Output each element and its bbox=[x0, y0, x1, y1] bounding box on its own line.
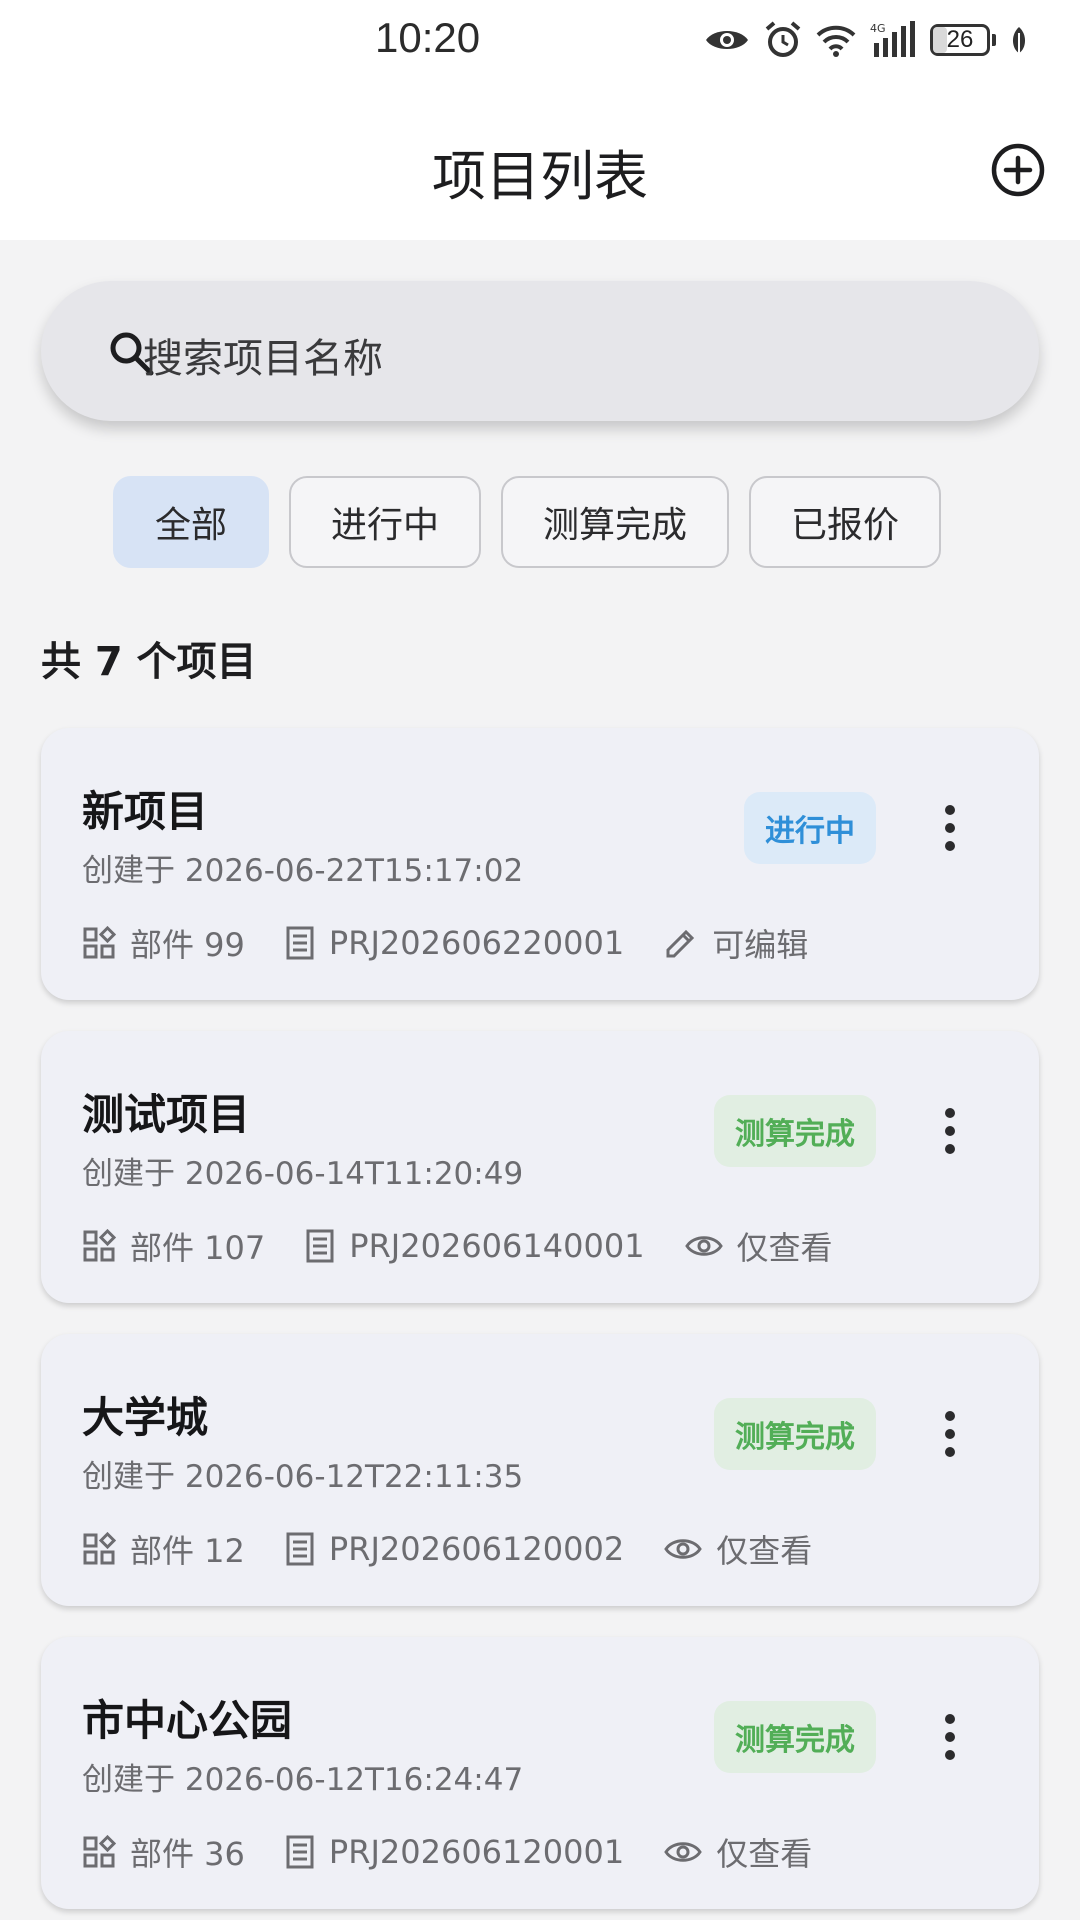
filter-chip-in-progress[interactable]: 进行中 bbox=[289, 476, 481, 568]
receipt-icon bbox=[286, 1532, 314, 1566]
project-meta: 部件 36 PRJ202606120001 仅查看 bbox=[82, 1829, 852, 1875]
parts-count: 部件 36 bbox=[130, 1835, 245, 1873]
project-card[interactable]: 大学城 创建于 2026-06-12T22:11:35 测算完成 部件 12 P… bbox=[41, 1334, 1039, 1606]
parts-info: 部件 12 bbox=[82, 1526, 245, 1572]
app-bar: 项目列表 bbox=[0, 84, 1080, 240]
project-meta: 部件 107 PRJ202606140001 仅查看 bbox=[82, 1223, 873, 1269]
eye-icon bbox=[684, 1236, 723, 1256]
filter-chips: 全部 进行中 测算完成 已报价 bbox=[113, 476, 941, 568]
parts-info: 部件 107 bbox=[82, 1223, 265, 1269]
project-code: PRJ202606120001 bbox=[328, 1833, 625, 1871]
page-title: 项目列表 bbox=[432, 145, 648, 208]
parts-count: 部件 99 bbox=[130, 926, 245, 964]
status-badge: 进行中 bbox=[744, 792, 876, 864]
more-vert-icon[interactable] bbox=[943, 1410, 957, 1458]
parts-info: 部件 36 bbox=[82, 1829, 245, 1875]
alarm-icon bbox=[765, 21, 801, 57]
search-placeholder: 搜索项目名称 bbox=[143, 336, 383, 382]
permission-label: 仅查看 bbox=[716, 1532, 813, 1570]
status-bar: 10:20 4G 26 bbox=[0, 0, 1080, 84]
permission-info: 仅查看 bbox=[664, 1526, 812, 1572]
battery-level: 26 bbox=[946, 26, 974, 53]
svg-text:4G: 4G bbox=[870, 22, 886, 35]
filter-chip-quoted[interactable]: 已报价 bbox=[749, 476, 941, 568]
filter-chip-all[interactable]: 全部 bbox=[113, 476, 269, 568]
project-count: 共 7 个项目 bbox=[41, 639, 257, 685]
permission-label: 仅查看 bbox=[736, 1229, 833, 1267]
permission-label: 仅查看 bbox=[716, 1835, 813, 1873]
receipt-icon bbox=[286, 926, 314, 960]
project-name: 大学城 bbox=[82, 1393, 209, 1442]
project-card[interactable]: 新项目 创建于 2026-06-22T15:17:02 进行中 部件 99 PR… bbox=[41, 728, 1039, 1000]
filter-chip-calculated[interactable]: 测算完成 bbox=[501, 476, 729, 568]
status-badge: 测算完成 bbox=[714, 1701, 876, 1773]
project-created: 创建于 2026-06-22T15:17:02 bbox=[82, 853, 524, 889]
battery-fill bbox=[933, 27, 948, 53]
permission-info: 可编辑 bbox=[664, 920, 808, 966]
project-meta: 部件 99 PRJ202606220001 可编辑 bbox=[82, 920, 848, 966]
widgets-icon bbox=[83, 1229, 116, 1262]
search-input[interactable]: 搜索项目名称 bbox=[41, 281, 1039, 421]
permission-info: 仅查看 bbox=[684, 1223, 833, 1269]
pencil-icon bbox=[666, 929, 695, 958]
battery-icon: 26 bbox=[930, 24, 996, 56]
parts-count: 部件 107 bbox=[130, 1229, 266, 1267]
project-code: PRJ202606120002 bbox=[328, 1530, 625, 1568]
parts-count: 部件 12 bbox=[130, 1532, 245, 1570]
widgets-icon bbox=[83, 1835, 116, 1868]
leaf-icon bbox=[1012, 27, 1026, 53]
project-name: 测试项目 bbox=[82, 1090, 251, 1139]
code-info: PRJ202606120001 bbox=[285, 1833, 624, 1871]
project-card[interactable]: 测试项目 创建于 2026-06-14T11:20:49 测算完成 部件 107… bbox=[41, 1031, 1039, 1303]
signal-4g-icon: 4G bbox=[870, 21, 915, 57]
widgets-icon bbox=[83, 1532, 116, 1565]
add-circle-icon[interactable] bbox=[990, 142, 1046, 198]
status-badge: 测算完成 bbox=[714, 1398, 876, 1470]
permission-info: 仅查看 bbox=[664, 1829, 812, 1875]
project-name: 市中心公园 bbox=[82, 1696, 293, 1745]
more-vert-icon[interactable] bbox=[943, 1107, 957, 1155]
permission-label: 可编辑 bbox=[712, 926, 809, 964]
widgets-icon bbox=[83, 926, 116, 959]
parts-info: 部件 99 bbox=[82, 920, 245, 966]
project-name: 新项目 bbox=[82, 787, 209, 836]
receipt-icon bbox=[306, 1229, 334, 1263]
battery-tip bbox=[992, 34, 996, 46]
code-info: PRJ202606220001 bbox=[285, 924, 624, 962]
code-info: PRJ202606140001 bbox=[305, 1227, 645, 1265]
more-vert-icon[interactable] bbox=[943, 804, 957, 852]
wifi-icon bbox=[816, 25, 856, 57]
project-created: 创建于 2026-06-14T11:20:49 bbox=[82, 1156, 524, 1192]
project-card[interactable]: 市中心公园 创建于 2026-06-12T16:24:47 测算完成 部件 36… bbox=[41, 1637, 1039, 1909]
project-created: 创建于 2026-06-12T16:24:47 bbox=[82, 1762, 524, 1798]
battery-indicator: 26 bbox=[930, 24, 990, 56]
status-badge: 测算完成 bbox=[714, 1095, 876, 1167]
status-time: 10:20 bbox=[375, 14, 481, 61]
eye-icon bbox=[706, 31, 748, 49]
project-created: 创建于 2026-06-12T22:11:35 bbox=[82, 1459, 524, 1495]
receipt-icon bbox=[286, 1835, 314, 1869]
project-meta: 部件 12 PRJ202606120002 仅查看 bbox=[82, 1526, 852, 1572]
eye-icon bbox=[664, 1842, 702, 1862]
project-code: PRJ202606140001 bbox=[349, 1227, 645, 1265]
project-code: PRJ202606220001 bbox=[328, 924, 625, 962]
more-vert-icon[interactable] bbox=[943, 1713, 957, 1761]
code-info: PRJ202606120002 bbox=[285, 1530, 624, 1568]
status-icons: 4G 26 bbox=[704, 18, 1028, 62]
eye-icon bbox=[664, 1539, 702, 1559]
